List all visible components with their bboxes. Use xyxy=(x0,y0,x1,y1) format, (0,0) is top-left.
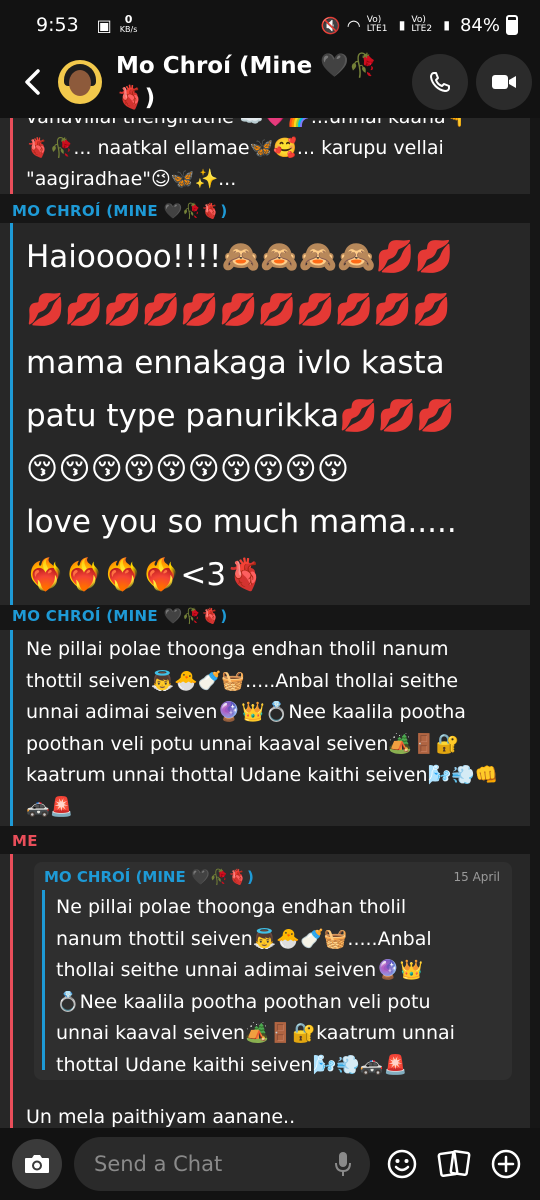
chat-input[interactable]: Send a Chat xyxy=(74,1137,370,1191)
mute-icon: 🔇 xyxy=(320,15,341,35)
emoji-button[interactable] xyxy=(382,1144,422,1184)
camera-button[interactable] xyxy=(12,1139,62,1189)
message-bubble[interactable]: Ne pillai polae thoonga endhan tholil na… xyxy=(0,630,530,826)
chat-area[interactable]: vanavillai thengirathe ☁️💗🌈...unnai kaan… xyxy=(0,118,540,1128)
quote-text: Ne pillai polae thoonga endhan tholil na… xyxy=(56,896,455,1076)
message-bubble[interactable]: Haiooooo!!!!🙈🙈🙈🙈💋💋 💋💋💋💋💋💋💋💋💋💋💋 mama enna… xyxy=(0,223,530,605)
status-time: 9:53 xyxy=(36,14,79,36)
sender-name: MO CHROÍ (MINE 🖤🥀🫀) xyxy=(12,607,228,625)
battery-percent: 84% xyxy=(459,14,500,36)
cards-icon xyxy=(437,1150,471,1177)
battery-icon xyxy=(506,15,518,35)
chat-title[interactable]: Mo Chroí (Mine 🖤🥀 🫀) xyxy=(116,50,396,114)
speed-indicator: 0 KB/s xyxy=(119,13,138,35)
back-button[interactable] xyxy=(12,62,52,102)
quote-date: 15 April xyxy=(453,870,500,884)
sim1-label: Vo) LTE1 xyxy=(366,15,388,34)
cards-button[interactable] xyxy=(434,1144,474,1184)
message-bubble[interactable]: MO CHROÍ (MINE 🖤🥀🫀) 15 April Ne pillai p… xyxy=(0,854,530,1128)
message-text: Un mela paithiyam aanane.. xyxy=(26,1106,296,1128)
chat-header: Mo Chroí (Mine 🖤🥀 🫀) xyxy=(0,46,540,118)
signal2-icon: ▮ xyxy=(443,18,450,32)
chat-input-placeholder: Send a Chat xyxy=(94,1152,223,1176)
speed-unit: KB/s xyxy=(119,25,138,34)
back-arrow-icon xyxy=(25,69,40,95)
call-button[interactable] xyxy=(412,54,468,110)
avatar[interactable] xyxy=(58,60,102,104)
wifi-icon: ◠ xyxy=(346,15,361,35)
quoted-message[interactable]: MO CHROÍ (MINE 🖤🥀🫀) 15 April Ne pillai p… xyxy=(34,862,512,1080)
quote-sender: MO CHROÍ (MINE 🖤🥀🫀) xyxy=(44,868,254,886)
video-call-button[interactable] xyxy=(476,54,532,110)
video-camera-icon xyxy=(492,75,516,89)
sim2-label: Vo) LTE2 xyxy=(411,15,433,34)
sender-name: MO CHROÍ (MINE 🖤🥀🫀) xyxy=(12,202,228,220)
microphone-icon[interactable] xyxy=(334,1150,352,1178)
sender-name: ME xyxy=(12,832,38,850)
smiley-icon xyxy=(387,1149,417,1179)
chat-title-line2: 🫀) xyxy=(116,85,156,111)
composer-bar: Send a Chat xyxy=(0,1128,540,1200)
message-text: Haiooooo!!!!🙈🙈🙈🙈💋💋 💋💋💋💋💋💋💋💋💋💋💋 mama enna… xyxy=(26,239,457,593)
camera-icon xyxy=(25,1155,49,1173)
gallery-icon: ▣ xyxy=(96,15,112,35)
signal1-icon: ▮ xyxy=(398,18,406,32)
add-button[interactable] xyxy=(486,1144,526,1184)
chat-title-line1: Mo Chroí (Mine 🖤🥀 xyxy=(116,53,378,79)
status-bar: 9:53 ▣ 0 KB/s 🔇 ◠ Vo) LTE1 ▮ Vo) LTE2 ▮ … xyxy=(0,0,540,50)
message-text: Ne pillai polae thoonga endhan tholil na… xyxy=(26,638,499,818)
phone-icon xyxy=(430,72,450,92)
plus-circle-icon xyxy=(491,1149,521,1179)
message-bubble[interactable]: vanavillai thengirathe ☁️💗🌈...unnai kaan… xyxy=(0,118,530,194)
message-text: vanavillai thengirathe ☁️💗🌈...unnai kaan… xyxy=(26,118,469,190)
speed-value: 0 xyxy=(124,13,133,26)
